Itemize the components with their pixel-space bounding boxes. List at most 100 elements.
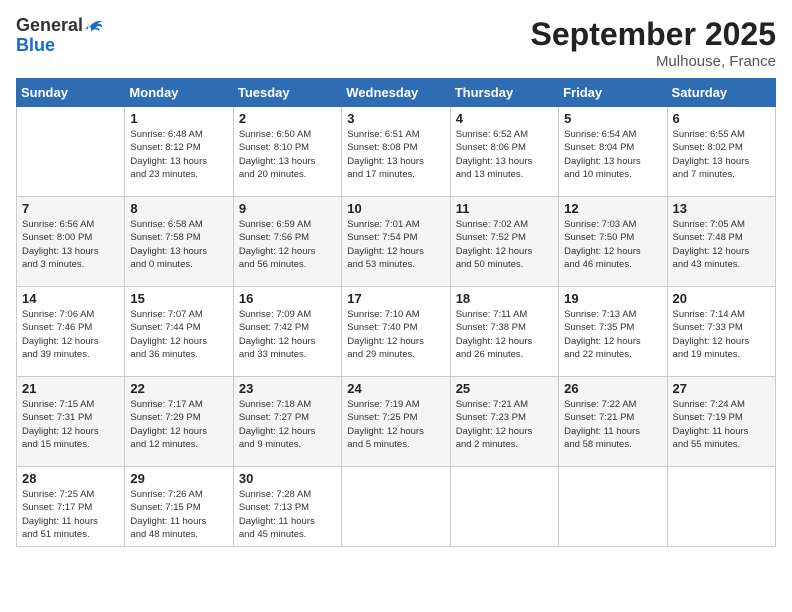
day-info: Sunrise: 7:24 AM Sunset: 7:19 PM Dayligh… bbox=[673, 398, 770, 451]
day-number: 14 bbox=[22, 291, 119, 306]
calendar-cell: 27 Sunrise: 7:24 AM Sunset: 7:19 PM Dayli… bbox=[667, 377, 775, 467]
calendar-cell: 6 Sunrise: 6:55 AM Sunset: 8:02 PM Daylig… bbox=[667, 107, 775, 197]
day-number: 11 bbox=[456, 201, 553, 216]
day-info: Sunrise: 7:03 AM Sunset: 7:50 PM Dayligh… bbox=[564, 218, 661, 271]
weekday-header-sunday: Sunday bbox=[17, 79, 125, 107]
calendar-cell: 22 Sunrise: 7:17 AM Sunset: 7:29 PM Dayli… bbox=[125, 377, 233, 467]
day-number: 8 bbox=[130, 201, 227, 216]
day-info: Sunrise: 7:18 AM Sunset: 7:27 PM Dayligh… bbox=[239, 398, 336, 451]
day-number: 24 bbox=[347, 381, 444, 396]
day-number: 7 bbox=[22, 201, 119, 216]
week-row-1: 1Sunrise: 6:48 AM Sunset: 8:12 PM Daylig… bbox=[17, 107, 776, 197]
day-info: Sunrise: 7:21 AM Sunset: 7:23 PM Dayligh… bbox=[456, 398, 553, 451]
calendar-cell: 12 Sunrise: 7:03 AM Sunset: 7:50 PM Dayli… bbox=[559, 197, 667, 287]
day-number: 4 bbox=[456, 111, 553, 126]
day-info: Sunrise: 6:58 AM Sunset: 7:58 PM Dayligh… bbox=[130, 218, 227, 271]
calendar-cell: 20Sunrise: 7:14 AM Sunset: 7:33 PM Dayli… bbox=[667, 287, 775, 377]
day-info: Sunrise: 7:02 AM Sunset: 7:52 PM Dayligh… bbox=[456, 218, 553, 271]
day-number: 26 bbox=[564, 381, 661, 396]
weekday-header-row: SundayMondayTuesdayWednesdayThursdayFrid… bbox=[17, 79, 776, 107]
day-info: Sunrise: 7:15 AM Sunset: 7:31 PM Dayligh… bbox=[22, 398, 119, 451]
day-info: Sunrise: 7:19 AM Sunset: 7:25 PM Dayligh… bbox=[347, 398, 444, 451]
calendar-cell: 28 Sunrise: 7:25 AM Sunset: 7:17 PM Dayli… bbox=[17, 467, 125, 547]
calendar-cell: 16 Sunrise: 7:09 AM Sunset: 7:42 PM Dayli… bbox=[233, 287, 341, 377]
calendar-cell: 9 Sunrise: 6:59 AM Sunset: 7:56 PM Daylig… bbox=[233, 197, 341, 287]
day-number: 22 bbox=[130, 381, 227, 396]
calendar-cell: 24 Sunrise: 7:19 AM Sunset: 7:25 PM Dayli… bbox=[342, 377, 450, 467]
calendar-cell: 11 Sunrise: 7:02 AM Sunset: 7:52 PM Dayli… bbox=[450, 197, 558, 287]
calendar-cell: 2Sunrise: 6:50 AM Sunset: 8:10 PM Daylig… bbox=[233, 107, 341, 197]
day-number: 16 bbox=[239, 291, 336, 306]
day-number: 6 bbox=[673, 111, 770, 126]
day-number: 23 bbox=[239, 381, 336, 396]
logo-blue: Blue bbox=[16, 36, 55, 56]
day-number: 21 bbox=[22, 381, 119, 396]
day-info: Sunrise: 6:59 AM Sunset: 7:56 PM Dayligh… bbox=[239, 218, 336, 271]
calendar-cell: 25 Sunrise: 7:21 AM Sunset: 7:23 PM Dayli… bbox=[450, 377, 558, 467]
day-info: Sunrise: 7:17 AM Sunset: 7:29 PM Dayligh… bbox=[130, 398, 227, 451]
calendar-cell: 8 Sunrise: 6:58 AM Sunset: 7:58 PM Daylig… bbox=[125, 197, 233, 287]
day-number: 29 bbox=[130, 471, 227, 486]
calendar-cell: 14 Sunrise: 7:06 AM Sunset: 7:46 PM Dayli… bbox=[17, 287, 125, 377]
day-info: Sunrise: 6:50 AM Sunset: 8:10 PM Dayligh… bbox=[239, 128, 336, 181]
calendar-cell: 30Sunrise: 7:28 AM Sunset: 7:13 PM Dayli… bbox=[233, 467, 341, 547]
day-info: Sunrise: 7:09 AM Sunset: 7:42 PM Dayligh… bbox=[239, 308, 336, 361]
day-info: Sunrise: 7:26 AM Sunset: 7:15 PM Dayligh… bbox=[130, 488, 227, 541]
calendar-table: SundayMondayTuesdayWednesdayThursdayFrid… bbox=[16, 78, 776, 547]
day-number: 9 bbox=[239, 201, 336, 216]
day-info: Sunrise: 6:55 AM Sunset: 8:02 PM Dayligh… bbox=[673, 128, 770, 181]
weekday-header-monday: Monday bbox=[125, 79, 233, 107]
day-number: 28 bbox=[22, 471, 119, 486]
day-info: Sunrise: 7:01 AM Sunset: 7:54 PM Dayligh… bbox=[347, 218, 444, 271]
calendar-cell: 10 Sunrise: 7:01 AM Sunset: 7:54 PM Dayli… bbox=[342, 197, 450, 287]
day-info: Sunrise: 7:06 AM Sunset: 7:46 PM Dayligh… bbox=[22, 308, 119, 361]
day-info: Sunrise: 7:13 AM Sunset: 7:35 PM Dayligh… bbox=[564, 308, 661, 361]
day-info: Sunrise: 7:10 AM Sunset: 7:40 PM Dayligh… bbox=[347, 308, 444, 361]
day-info: Sunrise: 7:05 AM Sunset: 7:48 PM Dayligh… bbox=[673, 218, 770, 271]
calendar-cell: 19 Sunrise: 7:13 AM Sunset: 7:35 PM Dayli… bbox=[559, 287, 667, 377]
day-number: 15 bbox=[130, 291, 227, 306]
day-info: Sunrise: 7:28 AM Sunset: 7:13 PM Dayligh… bbox=[239, 488, 336, 541]
day-number: 5 bbox=[564, 111, 661, 126]
week-row-5: 28 Sunrise: 7:25 AM Sunset: 7:17 PM Dayli… bbox=[17, 467, 776, 547]
calendar-cell bbox=[667, 467, 775, 547]
week-row-3: 14 Sunrise: 7:06 AM Sunset: 7:46 PM Dayli… bbox=[17, 287, 776, 377]
day-number: 27 bbox=[673, 381, 770, 396]
logo-bird-icon bbox=[83, 17, 105, 35]
day-info: Sunrise: 7:07 AM Sunset: 7:44 PM Dayligh… bbox=[130, 308, 227, 361]
header: GeneralBlue September 2025 Mulhouse, Fra… bbox=[16, 16, 776, 70]
day-info: Sunrise: 7:11 AM Sunset: 7:38 PM Dayligh… bbox=[456, 308, 553, 361]
day-number: 17 bbox=[347, 291, 444, 306]
weekday-header-thursday: Thursday bbox=[450, 79, 558, 107]
calendar-cell: 13 Sunrise: 7:05 AM Sunset: 7:48 PM Dayli… bbox=[667, 197, 775, 287]
day-number: 18 bbox=[456, 291, 553, 306]
calendar-cell: 18 Sunrise: 7:11 AM Sunset: 7:38 PM Dayli… bbox=[450, 287, 558, 377]
title-area: September 2025 Mulhouse, France bbox=[531, 16, 776, 70]
day-info: Sunrise: 7:25 AM Sunset: 7:17 PM Dayligh… bbox=[22, 488, 119, 541]
day-number: 10 bbox=[347, 201, 444, 216]
day-number: 12 bbox=[564, 201, 661, 216]
calendar-cell: 7Sunrise: 6:56 AM Sunset: 8:00 PM Daylig… bbox=[17, 197, 125, 287]
week-row-4: 21 Sunrise: 7:15 AM Sunset: 7:31 PM Dayli… bbox=[17, 377, 776, 467]
month-title: September 2025 bbox=[531, 16, 776, 53]
calendar-cell: 26Sunrise: 7:22 AM Sunset: 7:21 PM Dayli… bbox=[559, 377, 667, 467]
day-number: 25 bbox=[456, 381, 553, 396]
location-title: Mulhouse, France bbox=[531, 53, 776, 70]
calendar-cell: 29 Sunrise: 7:26 AM Sunset: 7:15 PM Dayli… bbox=[125, 467, 233, 547]
logo: GeneralBlue bbox=[16, 16, 105, 56]
calendar-cell: 15 Sunrise: 7:07 AM Sunset: 7:44 PM Dayli… bbox=[125, 287, 233, 377]
calendar-cell bbox=[17, 107, 125, 197]
day-info: Sunrise: 6:51 AM Sunset: 8:08 PM Dayligh… bbox=[347, 128, 444, 181]
weekday-header-saturday: Saturday bbox=[667, 79, 775, 107]
day-number: 19 bbox=[564, 291, 661, 306]
week-row-2: 7Sunrise: 6:56 AM Sunset: 8:00 PM Daylig… bbox=[17, 197, 776, 287]
calendar-cell: 3Sunrise: 6:51 AM Sunset: 8:08 PM Daylig… bbox=[342, 107, 450, 197]
weekday-header-tuesday: Tuesday bbox=[233, 79, 341, 107]
calendar-cell: 21 Sunrise: 7:15 AM Sunset: 7:31 PM Dayli… bbox=[17, 377, 125, 467]
day-number: 13 bbox=[673, 201, 770, 216]
calendar-cell: 17 Sunrise: 7:10 AM Sunset: 7:40 PM Dayli… bbox=[342, 287, 450, 377]
calendar-cell: 23 Sunrise: 7:18 AM Sunset: 7:27 PM Dayli… bbox=[233, 377, 341, 467]
day-number: 20 bbox=[673, 291, 770, 306]
day-number: 1 bbox=[130, 111, 227, 126]
calendar-cell: 4Sunrise: 6:52 AM Sunset: 8:06 PM Daylig… bbox=[450, 107, 558, 197]
